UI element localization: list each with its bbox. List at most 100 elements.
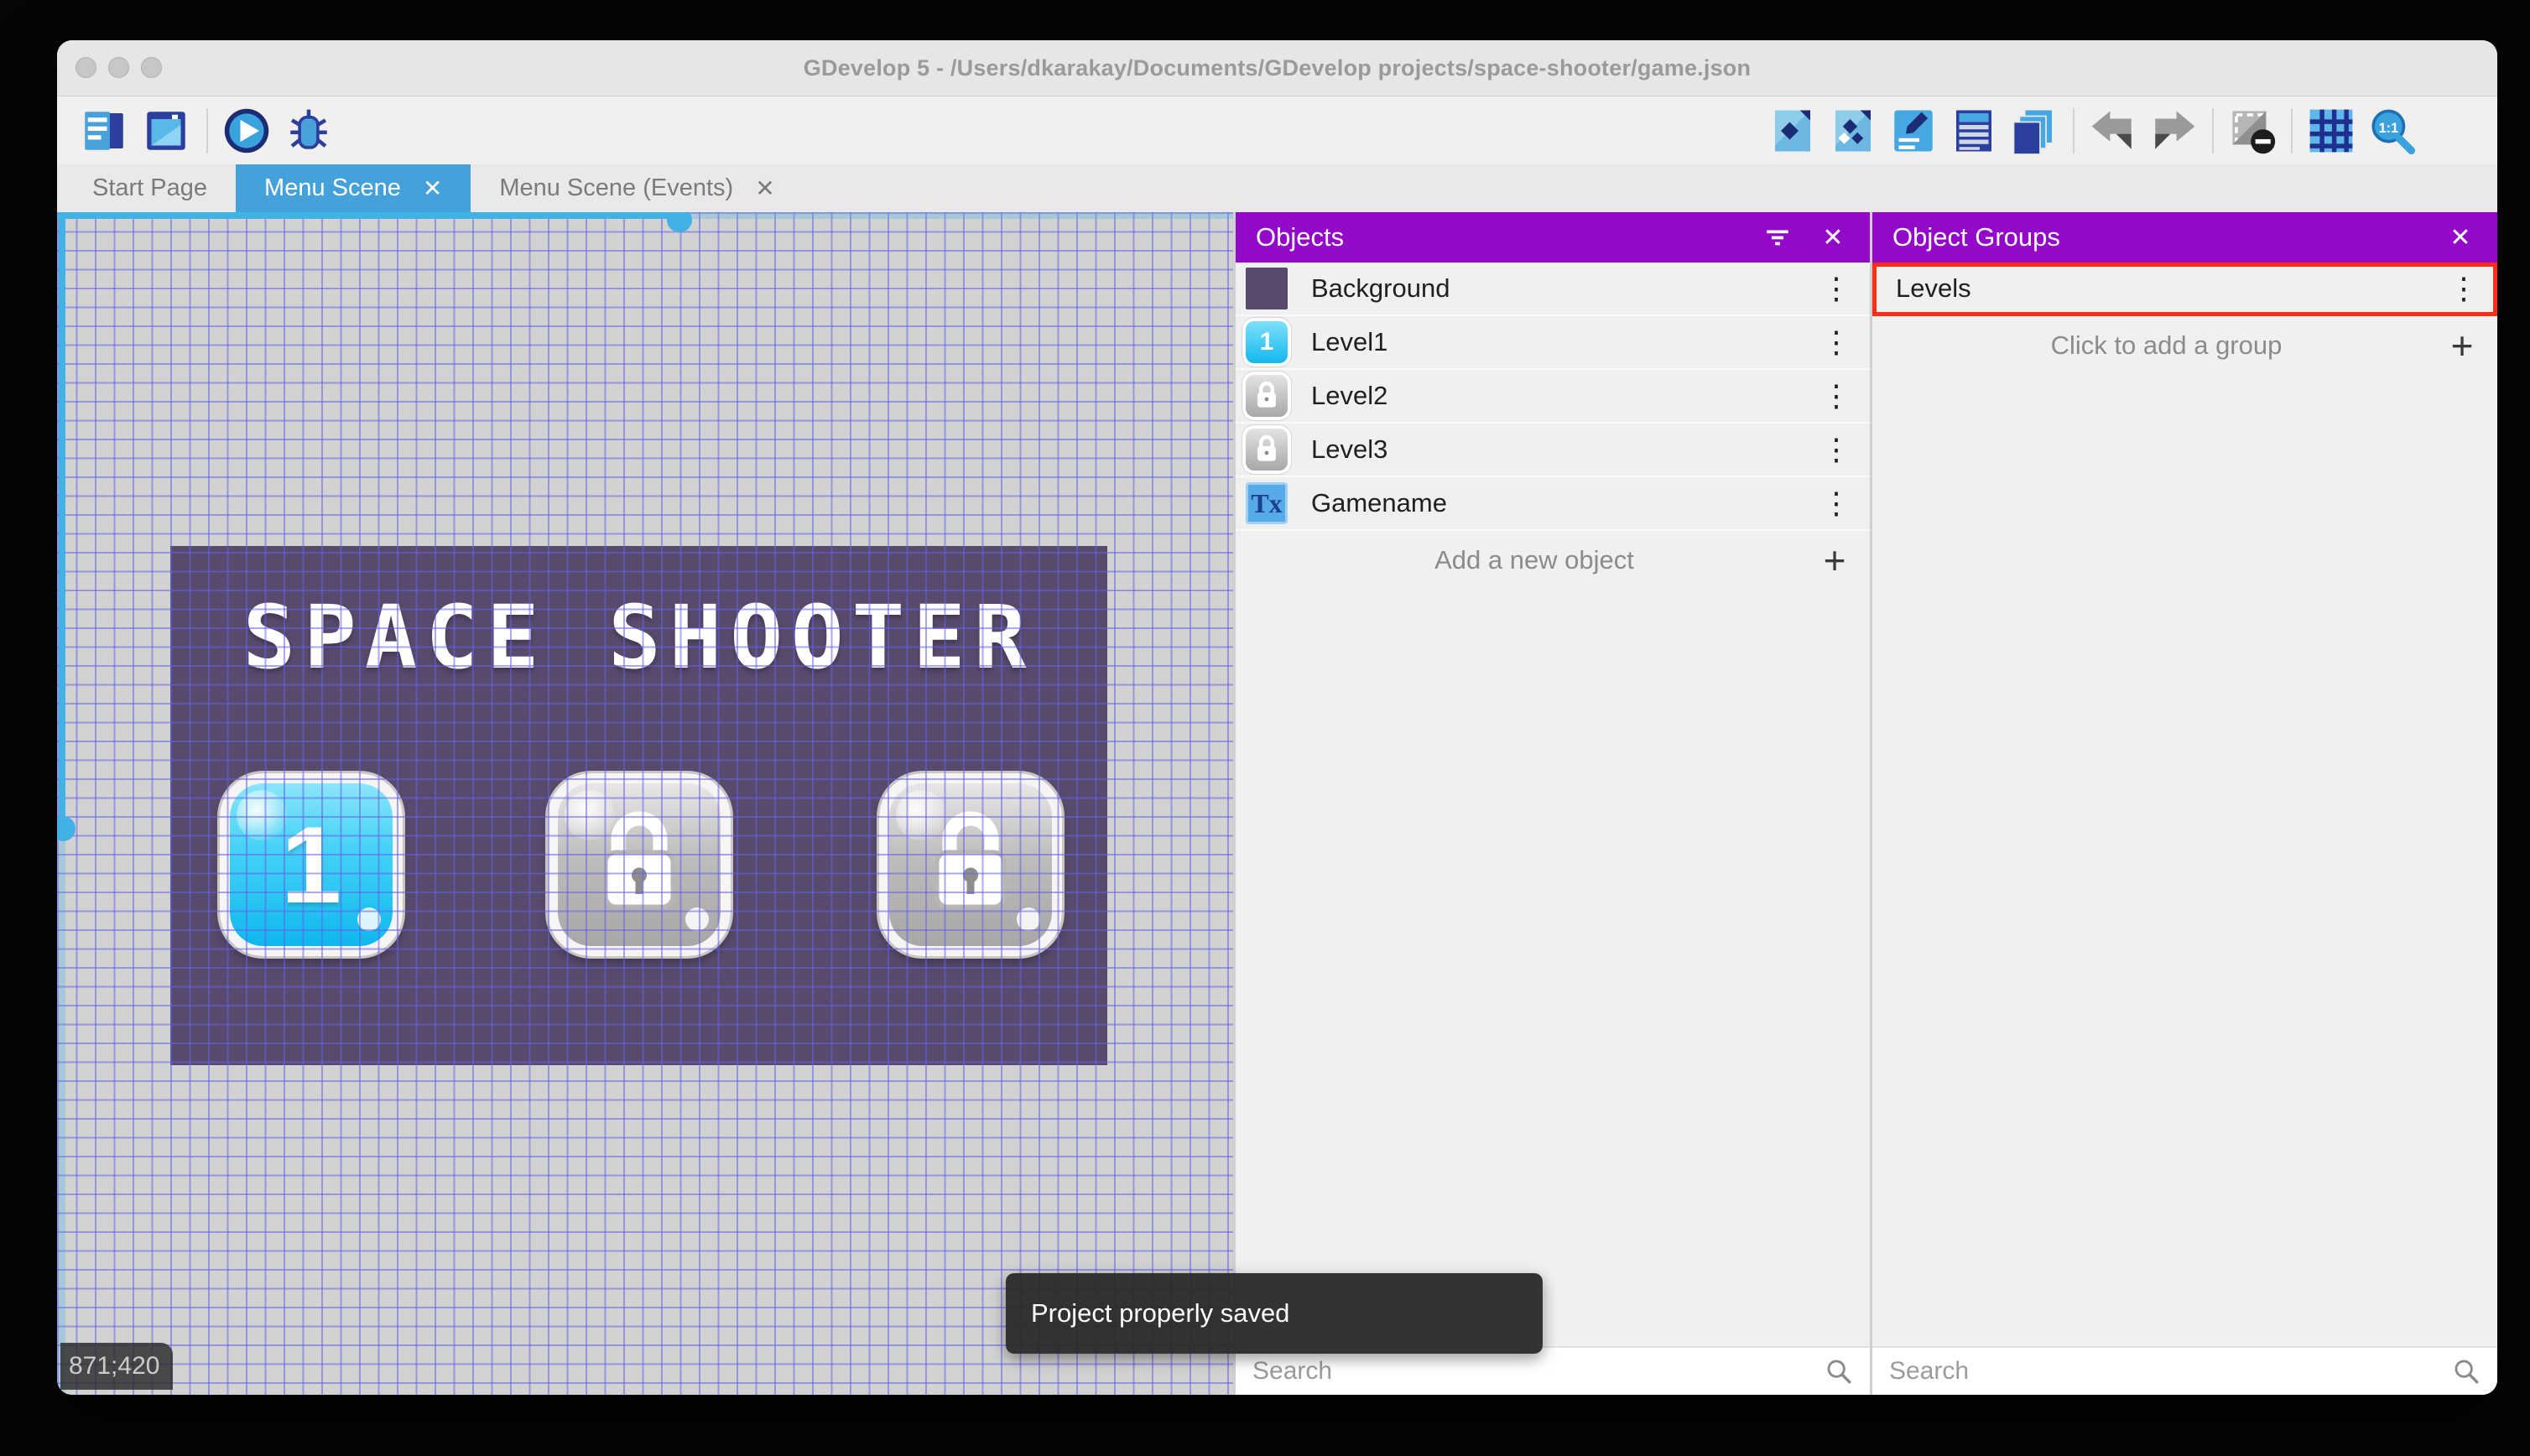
object-groups-panel: Object Groups ✕ Levels ⋮ Click to add a … — [1872, 212, 2497, 1395]
object-groups-icon[interactable] — [1828, 106, 1878, 156]
mask-icon[interactable] — [2227, 106, 2278, 156]
object-name: Level1 — [1311, 327, 1388, 356]
object-groups-panel-header: Object Groups ✕ — [1872, 212, 2497, 263]
debug-icon[interactable] — [284, 106, 334, 156]
redo-icon[interactable] — [2148, 106, 2199, 156]
traffic-lights — [75, 57, 162, 78]
horizontal-scrollbar-thumb[interactable] — [667, 212, 692, 232]
vertical-scrollbar-thumb[interactable] — [57, 816, 75, 841]
close-tab-icon[interactable]: ✕ — [755, 174, 774, 202]
tab-menu-scene-events[interactable]: Menu Scene (Events) ✕ — [471, 164, 803, 212]
locked-thumbnail-icon — [1246, 429, 1288, 471]
tab-menu-scene[interactable]: Menu Scene ✕ — [236, 164, 471, 212]
group-name: Levels — [1896, 273, 1971, 303]
objects-search-input[interactable] — [1252, 1357, 1825, 1386]
scene-canvas[interactable]: SPACE SHOOTER 1 871;420 — [57, 212, 1233, 1395]
save-toast: Project properly saved — [1006, 1273, 1543, 1354]
level1-thumbnail-icon: 1 — [1246, 321, 1288, 363]
zoom-1to1-icon[interactable]: 1:1 — [2366, 106, 2417, 156]
plus-icon[interactable]: + — [1816, 538, 1853, 583]
group-menu-icon[interactable]: ⋮ — [2447, 271, 2481, 306]
toolbar-separator — [2212, 107, 2214, 153]
properties-icon[interactable] — [1888, 106, 1939, 156]
close-panel-icon[interactable]: ✕ — [2444, 221, 2477, 254]
grid-icon[interactable] — [2306, 106, 2356, 156]
project-manager-icon[interactable] — [79, 106, 129, 156]
background-swatch-icon — [1246, 268, 1288, 309]
object-menu-icon[interactable]: ⋮ — [1819, 271, 1853, 306]
object-row-background[interactable]: Background ⋮ — [1236, 263, 1870, 316]
tab-label: Start Page — [92, 174, 208, 201]
toolbar-separator — [2073, 107, 2074, 153]
close-panel-icon[interactable]: ✕ — [1816, 221, 1850, 254]
scene-editor-icon[interactable] — [141, 106, 191, 156]
close-window-button[interactable] — [75, 57, 96, 78]
search-icon[interactable] — [2452, 1357, 2481, 1386]
toolbar-separator — [2291, 107, 2293, 153]
objects-editor-icon[interactable] — [1767, 106, 1818, 156]
close-tab-icon[interactable]: ✕ — [423, 174, 442, 202]
horizontal-scrollbar-track[interactable] — [692, 212, 1233, 219]
level1-button-sprite[interactable]: 1 — [220, 773, 403, 956]
lock-icon — [889, 783, 1052, 946]
object-name: Gamename — [1311, 488, 1447, 517]
object-row-level2[interactable]: Level2 ⋮ — [1236, 370, 1870, 424]
tab-bar: Start Page Menu Scene ✕ Menu Scene (Even… — [57, 164, 2497, 212]
scene-preview[interactable]: SPACE SHOOTER 1 — [170, 546, 1107, 1065]
toolbar: 1:1 — [57, 96, 2497, 164]
horizontal-scrollbar[interactable] — [57, 212, 679, 219]
object-menu-icon[interactable]: ⋮ — [1819, 432, 1853, 467]
tab-label: Menu Scene (Events) — [499, 174, 734, 201]
object-row-level3[interactable]: Level3 ⋮ — [1236, 424, 1870, 477]
objects-panel-empty-area — [1236, 590, 1870, 1346]
add-group-button[interactable]: Click to add a group + — [1872, 316, 2497, 375]
level2-button-sprite[interactable] — [548, 773, 731, 956]
text-object-icon: Tx — [1246, 482, 1288, 524]
toolbar-right-group: 1:1 — [1767, 106, 2417, 156]
level3-button-sprite[interactable] — [879, 773, 1062, 956]
locked-thumbnail-icon — [1246, 375, 1288, 417]
gdevelop-window: GDevelop 5 - /Users/dkarakay/Documents/G… — [57, 40, 2497, 1395]
object-menu-icon[interactable]: ⋮ — [1819, 325, 1853, 360]
main-content: SPACE SHOOTER 1 871;420 Objects ✕ Backgr… — [57, 212, 2497, 1395]
object-groups-panel-title: Object Groups — [1892, 222, 2060, 252]
object-menu-icon[interactable]: ⋮ — [1819, 378, 1853, 413]
cursor-coordinates-badge: 871;420 — [60, 1343, 174, 1390]
groups-search-input[interactable] — [1889, 1357, 2452, 1386]
level-number: 1 — [280, 803, 342, 926]
filter-icon[interactable] — [1761, 221, 1794, 254]
vertical-scrollbar[interactable] — [59, 212, 65, 828]
screenshot-stage: GDevelop 5 - /Users/dkarakay/Documents/G… — [0, 0, 2530, 1456]
objects-panel-header: Objects ✕ — [1236, 212, 1870, 263]
group-row-levels[interactable]: Levels ⋮ — [1872, 263, 2497, 316]
toolbar-separator — [206, 107, 208, 153]
groups-search-bar — [1872, 1346, 2497, 1395]
add-new-object-button[interactable]: Add a new object + — [1236, 531, 1870, 590]
minimize-window-button[interactable] — [108, 57, 129, 78]
layers-icon[interactable] — [2009, 106, 2059, 156]
object-row-gamename[interactable]: Tx Gamename ⋮ — [1236, 477, 1870, 531]
tab-start-page[interactable]: Start Page — [64, 164, 236, 212]
scene-title-text: SPACE SHOOTER — [242, 586, 1035, 689]
objects-panel: Objects ✕ Background ⋮ 1 Level1 ⋮ Level2… — [1236, 212, 1870, 1395]
window-title: GDevelop 5 - /Users/dkarakay/Documents/G… — [803, 55, 1752, 81]
plus-icon[interactable]: + — [2444, 323, 2481, 368]
object-name: Background — [1311, 273, 1450, 303]
objects-panel-title: Objects — [1256, 222, 1345, 252]
lock-icon — [558, 783, 721, 946]
search-icon[interactable] — [1825, 1357, 1853, 1386]
add-object-label: Add a new object — [1434, 545, 1634, 575]
title-bar: GDevelop 5 - /Users/dkarakay/Documents/G… — [57, 40, 2497, 96]
vertical-scrollbar-track[interactable] — [59, 841, 65, 1395]
play-icon[interactable] — [221, 106, 272, 156]
add-group-label: Click to add a group — [2050, 330, 2283, 360]
zoom-window-button[interactable] — [141, 57, 162, 78]
object-row-level1[interactable]: 1 Level1 ⋮ — [1236, 316, 1870, 370]
svg-text:1:1: 1:1 — [2379, 120, 2399, 135]
undo-icon[interactable] — [2088, 106, 2138, 156]
tab-label: Menu Scene — [264, 174, 401, 201]
object-name: Level2 — [1311, 381, 1388, 410]
object-name: Level3 — [1311, 434, 1388, 464]
instances-list-icon[interactable] — [1949, 106, 1999, 156]
object-menu-icon[interactable]: ⋮ — [1819, 486, 1853, 521]
